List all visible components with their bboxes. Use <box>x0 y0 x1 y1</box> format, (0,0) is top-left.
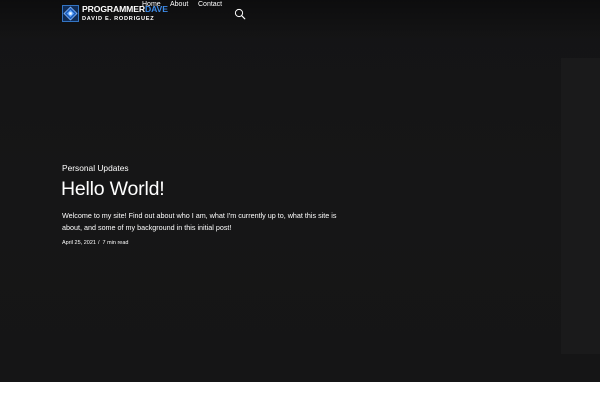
logo-subtitle: DAVID E. RODRIGUEZ <box>82 16 155 22</box>
diamond-logo-icon <box>62 5 79 22</box>
post-title[interactable]: Hello World! <box>61 176 165 202</box>
logo-title-part1: PROGRAMMER <box>82 4 145 14</box>
post-category[interactable]: Personal Updates <box>62 162 129 174</box>
post-read-time: 7 min read <box>102 240 129 246</box>
nav-contact[interactable]: Contact <box>198 0 222 10</box>
post-excerpt: Welcome to my site! Find out about who I… <box>62 211 337 232</box>
side-panel <box>561 58 600 354</box>
search-icon[interactable] <box>234 8 246 20</box>
post-meta: April 25, 2021/7 min read <box>62 238 128 248</box>
post-date: April 25, 2021 <box>62 240 96 246</box>
site-logo[interactable]: PROGRAMMERDAVE DAVID E. RODRIGUEZ <box>62 4 168 24</box>
hero-section: PROGRAMMERDAVE DAVID E. RODRIGUEZ Home A… <box>0 0 600 382</box>
nav-home[interactable]: Home <box>142 0 161 10</box>
nav-about[interactable]: About <box>170 0 188 10</box>
